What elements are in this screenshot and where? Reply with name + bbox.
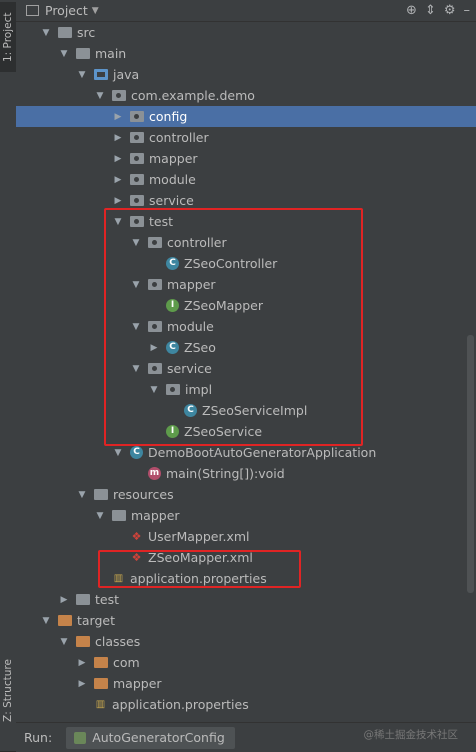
expanded-arrow-icon[interactable]: ▼	[58, 637, 70, 647]
collapsed-arrow-icon[interactable]: ▶	[112, 196, 124, 206]
project-tool-tab[interactable]: 1: Project	[0, 2, 16, 72]
tree-scrollbar[interactable]	[467, 335, 474, 593]
tree-node-label: mapper	[113, 676, 162, 691]
tree-node-label: com	[113, 655, 140, 670]
tree-node[interactable]: ▶mmain(String[]):void	[16, 463, 476, 484]
tree-node-label: mapper	[149, 151, 198, 166]
tree-node[interactable]: ▼ mapper	[16, 505, 476, 526]
tree-node[interactable]: ▶ module	[16, 169, 476, 190]
collapsed-arrow-icon[interactable]: ▶	[58, 595, 70, 605]
excluded-folder-icon	[94, 678, 108, 689]
tree-node-label: module	[149, 172, 196, 187]
tree-node-label: mapper	[131, 508, 180, 523]
highlight-box-mapper-xml	[98, 550, 301, 588]
tree-node[interactable]: ▼ classes	[16, 631, 476, 652]
package-icon	[130, 111, 144, 122]
expanded-arrow-icon[interactable]: ▼	[112, 448, 124, 458]
package-icon	[112, 90, 126, 101]
left-tool-strip: 1: Project Z: Structure	[0, 0, 17, 751]
tree-node[interactable]: ▼ target	[16, 610, 476, 631]
project-panel-header: Project ▼ ⊕ ⇕ ⚙ –	[16, 0, 476, 22]
tree-node[interactable]: ▼ java	[16, 64, 476, 85]
tree-node-label: DemoBootAutoGeneratorApplication	[148, 445, 377, 460]
expanded-arrow-icon[interactable]: ▼	[40, 28, 52, 38]
tree-node[interactable]: ▶ mapper	[16, 148, 476, 169]
tree-node[interactable]: ▶ controller	[16, 127, 476, 148]
folder-icon	[58, 27, 72, 38]
package-icon	[130, 195, 144, 206]
expanded-arrow-icon[interactable]: ▼	[40, 616, 52, 626]
collapsed-arrow-icon[interactable]: ▶	[76, 679, 88, 689]
expanded-arrow-icon[interactable]: ▼	[94, 511, 106, 521]
excluded-folder-icon	[94, 657, 108, 668]
tree-node[interactable]: ▶ com	[16, 652, 476, 673]
watermark: @稀土掘金技术社区	[363, 729, 459, 741]
resources-folder-icon	[94, 489, 108, 500]
tree-node-label: com.example.demo	[131, 88, 255, 103]
run-config-tab[interactable]: AutoGeneratorConfig	[66, 726, 235, 749]
package-icon	[130, 132, 144, 143]
run-label: Run:	[24, 730, 53, 745]
folder-icon	[76, 594, 90, 605]
source-folder-icon	[94, 69, 108, 80]
structure-tool-tab[interactable]: Z: Structure	[0, 658, 16, 724]
tree-node[interactable]: ▶▥application.properties	[16, 694, 476, 715]
tree-node[interactable]: ▶❖UserMapper.xml	[16, 526, 476, 547]
locate-icon[interactable]: ⊕	[406, 3, 417, 18]
tree-node-label: controller	[149, 130, 209, 145]
tree-node-label: resources	[113, 487, 174, 502]
tree-node[interactable]: ▶ mapper	[16, 673, 476, 694]
properties-file-icon: ▥	[95, 699, 106, 710]
excluded-folder-icon	[76, 636, 90, 647]
run-config-label: AutoGeneratorConfig	[92, 730, 225, 745]
tree-node-label: main	[95, 46, 127, 61]
panel-toolbar: ⊕ ⇕ ⚙ –	[406, 0, 470, 21]
package-icon	[130, 153, 144, 164]
chevron-down-icon[interactable]: ▼	[92, 6, 99, 16]
tree-node-label: target	[77, 613, 116, 628]
expanded-arrow-icon[interactable]: ▼	[76, 490, 88, 500]
collapsed-arrow-icon[interactable]: ▶	[112, 133, 124, 143]
tree-node[interactable]: ▶ test	[16, 589, 476, 610]
expanded-arrow-icon[interactable]: ▼	[94, 91, 106, 101]
collapsed-arrow-icon[interactable]: ▶	[112, 112, 124, 122]
gear-icon[interactable]: ⚙	[444, 3, 456, 18]
tree-node-label: classes	[95, 634, 141, 649]
tree-node-label: config	[149, 109, 188, 124]
tree-node-label: service	[149, 193, 194, 208]
tree-node[interactable]: ▼ resources	[16, 484, 476, 505]
tree-node-label: application.properties	[112, 697, 249, 712]
project-view-title[interactable]: Project	[45, 3, 88, 18]
tree-node-label: UserMapper.xml	[148, 529, 250, 544]
project-panel: Project ▼ ⊕ ⇕ ⚙ – ▼ src ▼ main ▼ java ▼ com.exa…	[16, 0, 476, 722]
method-icon: m	[148, 467, 161, 480]
run-bar: Run: AutoGeneratorConfig @稀土掘金技术社区	[16, 722, 476, 752]
folder-icon	[112, 510, 126, 521]
hide-icon[interactable]: –	[464, 3, 471, 18]
tree-node-label: test	[95, 592, 120, 607]
spring-class-icon: C	[130, 446, 143, 459]
excluded-folder-icon	[58, 615, 72, 626]
collapse-all-icon[interactable]: ⇕	[425, 3, 436, 18]
tree-node[interactable]: ▶ config	[16, 106, 476, 127]
tree-node[interactable]: ▼ main	[16, 43, 476, 64]
run-config-icon	[74, 731, 87, 744]
project-view-icon	[26, 5, 39, 16]
folder-icon	[76, 48, 90, 59]
tree-node-label: src	[77, 25, 96, 40]
tree-node-label: main(String[]):void	[166, 466, 285, 481]
tree-node-label: java	[113, 67, 140, 82]
expanded-arrow-icon[interactable]: ▼	[76, 70, 88, 80]
expanded-arrow-icon[interactable]: ▼	[58, 49, 70, 59]
collapsed-arrow-icon[interactable]: ▶	[76, 658, 88, 668]
collapsed-arrow-icon[interactable]: ▶	[112, 175, 124, 185]
collapsed-arrow-icon[interactable]: ▶	[112, 154, 124, 164]
package-icon	[130, 174, 144, 185]
tree-node[interactable]: ▼ src	[16, 22, 476, 43]
xml-file-icon: ❖	[131, 530, 142, 543]
tree-node[interactable]: ▼ com.example.demo	[16, 85, 476, 106]
highlight-box-test-package	[104, 208, 363, 446]
